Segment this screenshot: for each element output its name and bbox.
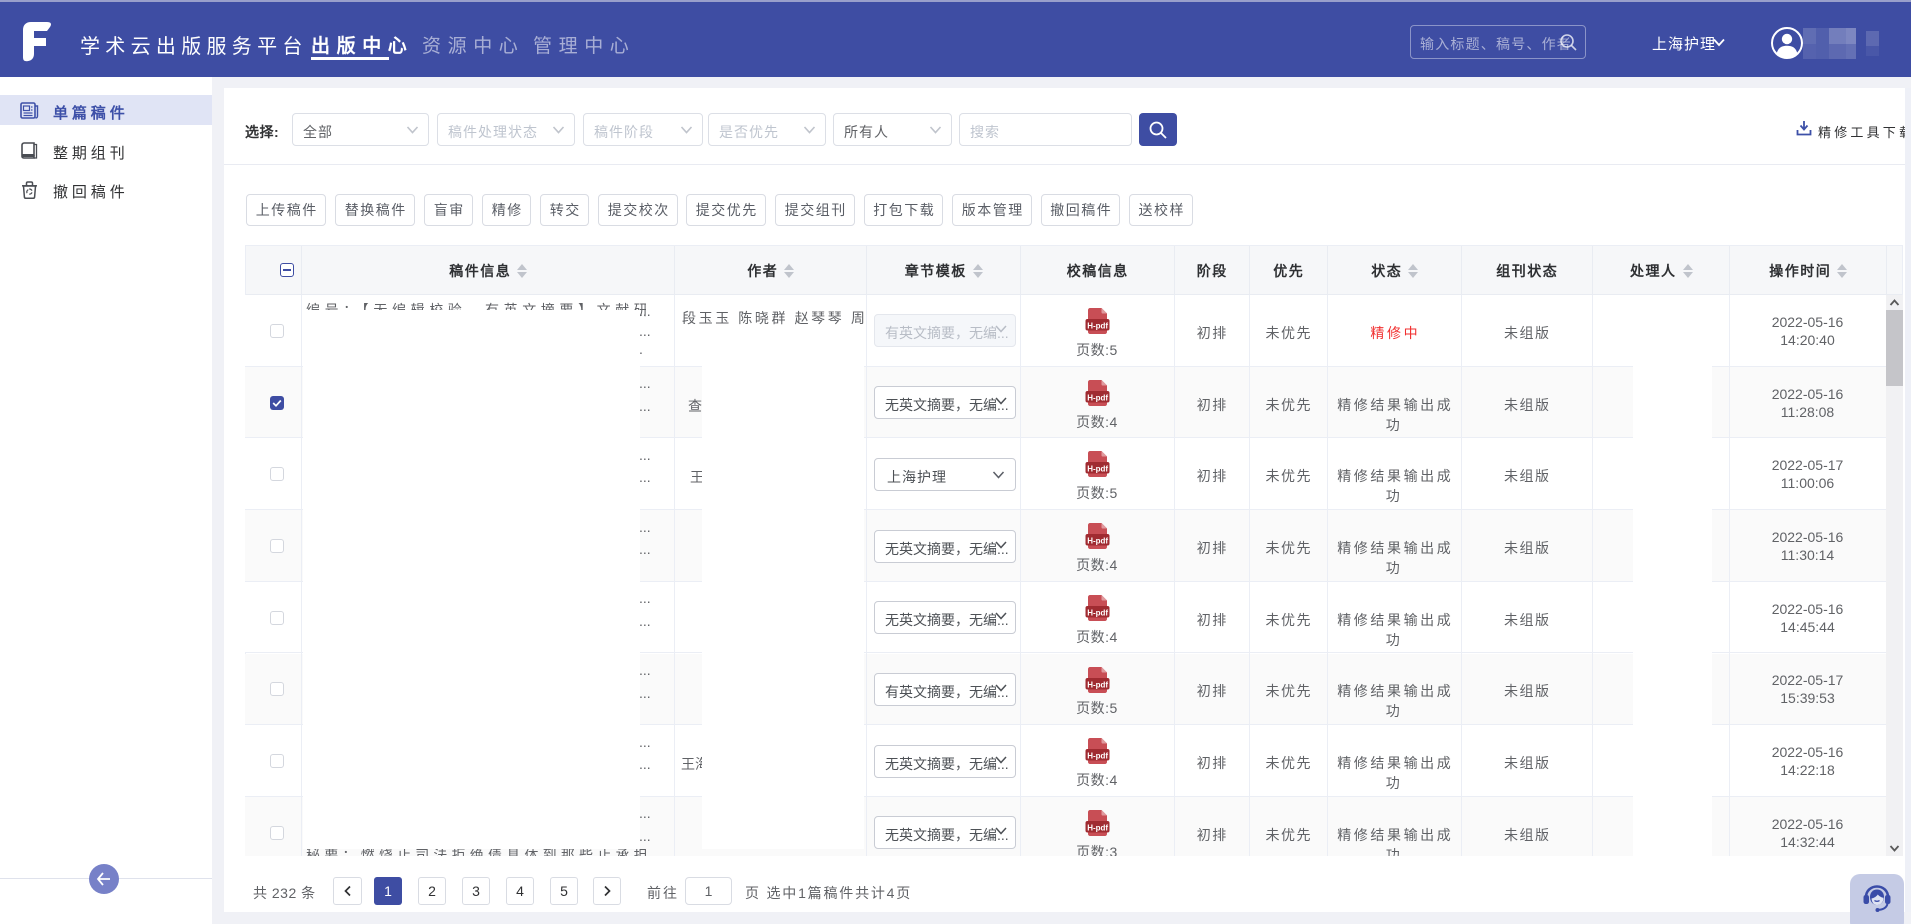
svg-text:H-pdf: H-pdf [1087,536,1108,545]
svg-text:H-pdf: H-pdf [1087,680,1108,689]
svg-text:H-pdf: H-pdf [1087,752,1108,761]
svg-text:H-pdf: H-pdf [1087,321,1108,330]
svg-text:H-pdf: H-pdf [1087,465,1108,474]
svg-text:H-pdf: H-pdf [1087,393,1108,402]
svg-text:H-pdf: H-pdf [1087,608,1108,617]
svg-text:H-pdf: H-pdf [1087,823,1108,832]
